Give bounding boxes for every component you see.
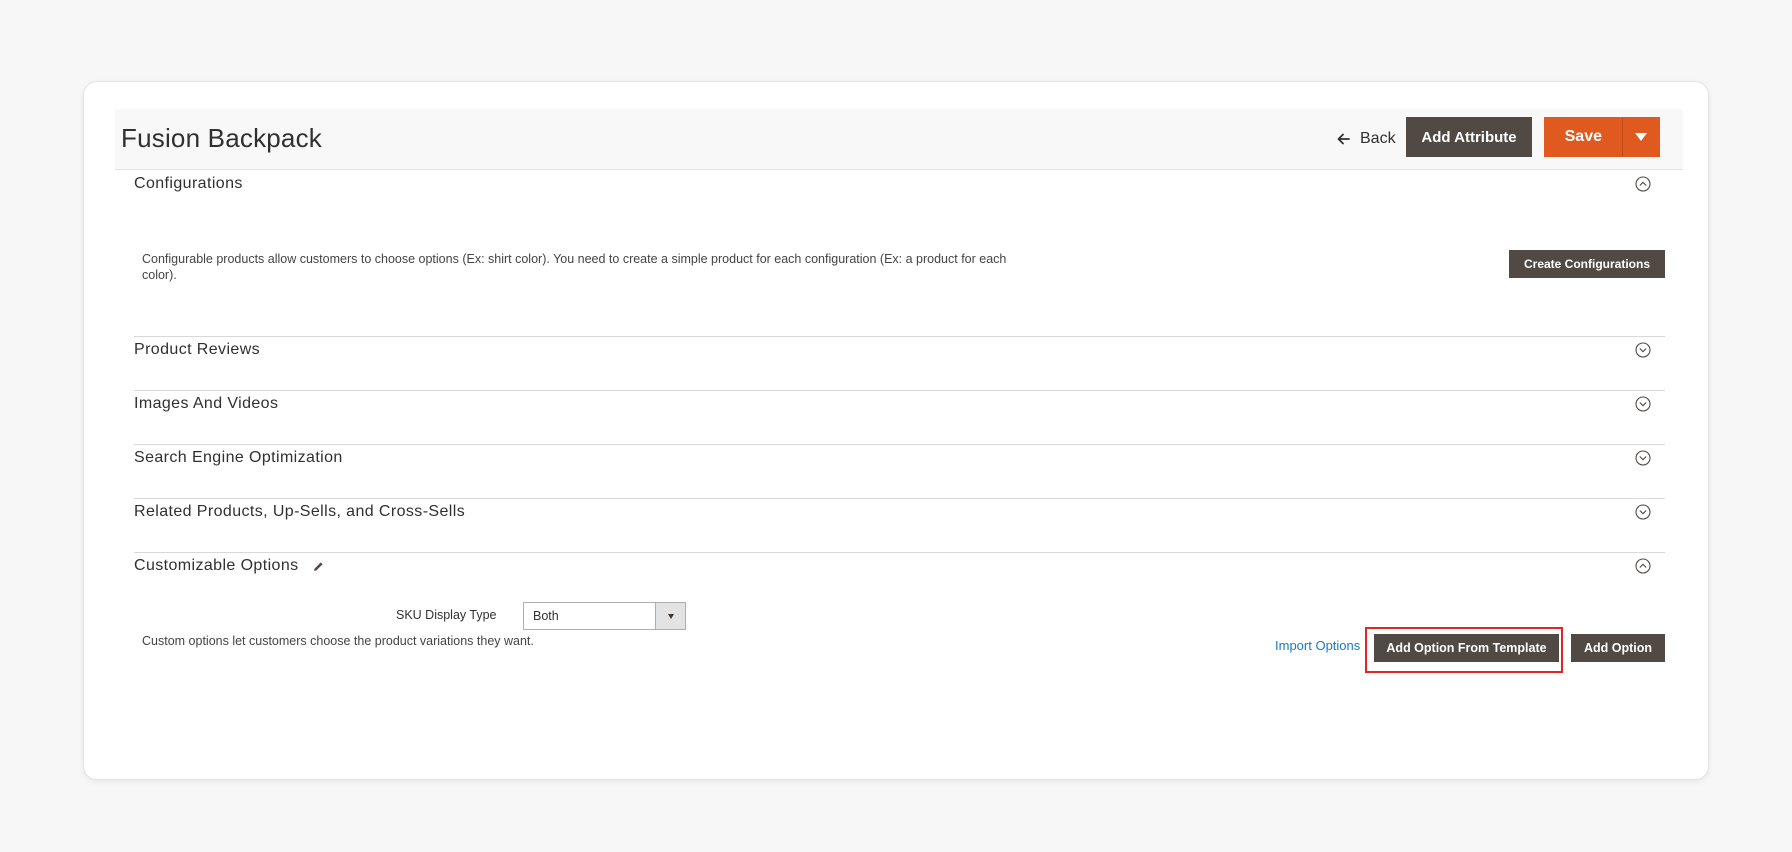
pencil-icon[interactable] bbox=[313, 561, 324, 572]
arrow-left-icon bbox=[1337, 133, 1350, 145]
chevron-down-icon[interactable] bbox=[1635, 342, 1651, 358]
section-title-product-reviews[interactable]: Product Reviews bbox=[134, 341, 260, 359]
configurations-description: Configurable products allow customers to… bbox=[142, 252, 1007, 282]
section-title-configurations[interactable]: Configurations bbox=[134, 175, 243, 193]
page-header: Fusion Backpack Back Add Attribute Save bbox=[115, 109, 1683, 170]
section-divider bbox=[134, 444, 1665, 445]
back-button[interactable]: Back bbox=[1337, 128, 1396, 150]
chevron-up-icon[interactable] bbox=[1635, 558, 1651, 574]
create-configurations-button[interactable]: Create Configurations bbox=[1509, 250, 1665, 278]
chevron-down-icon[interactable] bbox=[1635, 504, 1651, 520]
back-label: Back bbox=[1360, 130, 1396, 147]
chevron-up-icon[interactable] bbox=[1635, 176, 1651, 192]
customizable-options-label: Customizable Options bbox=[134, 557, 299, 574]
add-option-from-template-button[interactable]: Add Option From Template bbox=[1374, 634, 1559, 662]
page-title: Fusion Backpack bbox=[121, 123, 322, 153]
sku-display-type-select[interactable]: Both bbox=[523, 602, 686, 630]
add-option-button[interactable]: Add Option bbox=[1571, 634, 1665, 662]
select-arrow[interactable] bbox=[655, 603, 685, 629]
save-button-group: Save bbox=[1544, 117, 1660, 157]
section-divider bbox=[134, 498, 1665, 499]
section-title-seo[interactable]: Search Engine Optimization bbox=[134, 449, 343, 467]
caret-down-icon bbox=[667, 613, 674, 619]
save-dropdown-toggle[interactable] bbox=[1621, 118, 1659, 156]
section-title-images-videos[interactable]: Images And Videos bbox=[134, 395, 278, 413]
sku-display-type-label: SKU Display Type bbox=[396, 608, 497, 622]
chevron-down-icon[interactable] bbox=[1635, 450, 1651, 466]
caret-down-icon bbox=[1634, 133, 1647, 141]
import-options-link[interactable]: Import Options bbox=[1275, 638, 1360, 653]
chevron-down-icon[interactable] bbox=[1635, 396, 1651, 412]
product-edit-card: Fusion Backpack Back Add Attribute Save … bbox=[83, 81, 1709, 780]
section-divider bbox=[134, 552, 1665, 553]
sku-display-type-value: Both bbox=[533, 609, 559, 623]
section-divider bbox=[134, 390, 1665, 391]
save-button[interactable]: Save bbox=[1545, 118, 1622, 156]
section-title-customizable-options[interactable]: Customizable Options bbox=[134, 557, 324, 575]
section-title-related-products[interactable]: Related Products, Up-Sells, and Cross-Se… bbox=[134, 503, 465, 521]
add-attribute-button[interactable]: Add Attribute bbox=[1406, 117, 1532, 157]
customizable-options-description: Custom options let customers choose the … bbox=[142, 634, 534, 648]
section-divider bbox=[134, 336, 1665, 337]
